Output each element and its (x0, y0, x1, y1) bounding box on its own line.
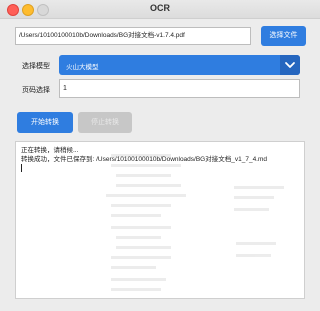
text-cursor (21, 164, 22, 173)
file-path-field[interactable]: /Users/10100100010b/Downloads/BG对接文档-v1.… (15, 27, 251, 45)
window-titlebar: OCR (0, 0, 320, 19)
model-selected-value: 火山大模型 (66, 64, 99, 71)
log-text: 正在转换，请稍候... 转换成功，文件已保存到: /Users/10100100… (16, 142, 304, 177)
page-label: 页码选择 (22, 87, 50, 94)
stop-convert-button[interactable]: 停止转换 (78, 112, 132, 133)
chevron-down-icon[interactable] (280, 55, 300, 75)
window-title: OCR (150, 3, 170, 13)
choose-file-button[interactable]: 选择文件 (261, 26, 306, 46)
log-line: 转换成功，文件已保存到: /Users/10100100010b/Downloa… (21, 156, 268, 163)
model-label: 选择模型 (22, 63, 50, 70)
log-line: 正在转换，请稍候... (21, 147, 79, 154)
log-output-area[interactable]: 正在转换，请稍候... 转换成功，文件已保存到: /Users/10100100… (15, 141, 305, 299)
start-convert-button[interactable]: 开始转换 (17, 112, 73, 133)
page-input[interactable]: 1 (59, 79, 300, 98)
model-select[interactable]: 火山大模型 (59, 55, 300, 75)
